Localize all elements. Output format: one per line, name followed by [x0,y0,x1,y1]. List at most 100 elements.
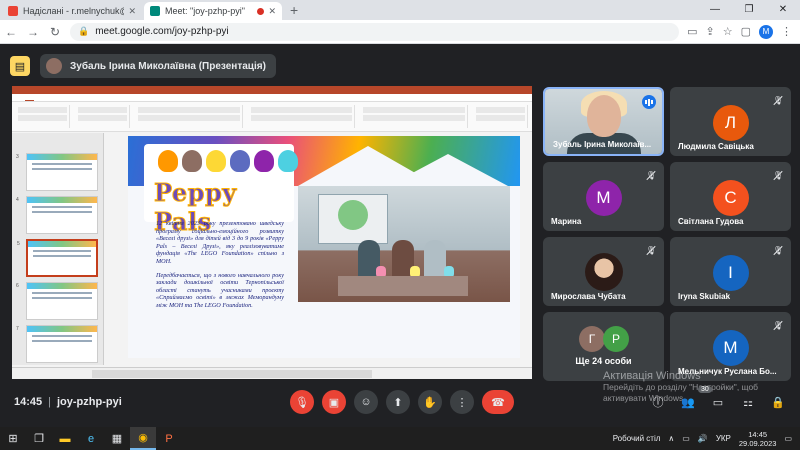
minimize-button[interactable]: — [698,0,732,20]
recording-indicator-icon [257,7,265,15]
gmail-icon [8,6,18,16]
chat-icon[interactable]: ▭ [710,394,726,410]
lock-icon[interactable]: 🔒 [78,26,89,37]
present-screen-icon: ⬆ [393,396,403,409]
tab-title: Meet: "joy-pzhp-pyi" [165,6,245,16]
participant-tile[interactable]: 🎙 M Марина [543,162,664,231]
leave-call-button[interactable]: ☎ [482,390,514,414]
slide-thumbnail: 7 [16,325,98,363]
meet-header: ▤ Зубаль Ірина Миколаївна (Презентація) [0,50,800,82]
mic-toggle-button[interactable]: 🎙 [290,390,314,414]
current-slide: Peppy Pals 12 квітня 2023 року презентов… [128,136,520,358]
avatar: M [585,180,622,216]
clock[interactable]: 14:45 29.09.2023 [739,430,777,448]
activities-icon[interactable]: ⚏ [740,394,756,410]
close-window-button[interactable]: ✕ [766,0,800,20]
participant-tile[interactable]: 🎙 С Світлана Гудова [670,162,791,231]
shared-screen: 3 4 5 6 7 Peppy Pals 12 квітня 2023 року… [12,86,532,379]
volume-icon[interactable]: 🔊 [698,434,708,443]
avatar: Л [712,105,749,141]
avatar: Р [603,326,629,352]
presentation-icon[interactable]: ▤ [10,56,30,76]
desktop-label[interactable]: Робочий стіл [613,434,661,443]
language-indicator[interactable]: УКР [716,434,731,443]
present-button[interactable]: ⬆ [386,390,410,414]
hang-up-icon: ☎ [491,396,505,409]
forward-icon[interactable]: → [22,25,44,39]
bookmark-star-icon[interactable]: ☆ [723,25,733,38]
tab-meet[interactable]: Meet: "joy-pzhp-pyi" ✕ [144,2,282,20]
kebab-icon: ⋮ [456,396,468,409]
maximize-button[interactable]: ❐ [732,0,766,20]
participant-name: Світлана Гудова [678,217,744,226]
slide-body-text: 12 квітня 2023 року презентовано шведськ… [156,220,284,316]
slide-thumbnail: 4 [16,196,98,234]
presenter-pill[interactable]: Зубаль Ірина Миколаївна (Презентація) [40,54,276,78]
participant-name: Марина [551,217,582,226]
participant-name: Зубаль Ірина Миколаїв... [553,140,652,149]
mic-muted-icon: 🎙 [771,318,785,332]
share-icon[interactable]: ⇪ [706,25,715,38]
extensions-icon[interactable]: ▢ [741,25,751,38]
slide-thumbnail: 6 [16,282,98,320]
more-participants-label: Ще 24 особи [575,356,632,366]
host-controls-icon[interactable]: 🔒 [770,394,786,410]
reload-icon[interactable]: ↻ [44,25,66,39]
avatar: Г [579,326,605,352]
more-options-button[interactable]: ⋮ [450,390,474,414]
participant-name: Мирослава Чубата [551,292,626,301]
app-icon[interactable]: ▦ [104,427,130,450]
emoji-button[interactable]: ☺ [354,390,378,414]
people-icon[interactable]: 👥 [680,394,696,410]
slide-paragraph: Передбачається, що з нового навчального … [156,271,284,309]
camera-permission-icon[interactable]: ▭ [687,25,697,38]
participant-tile[interactable]: 🎙 I Iryna Skubiak [670,237,791,306]
avatar: M [712,330,749,366]
participant-name: Iryna Skubiak [678,292,731,301]
powerpoint-icon[interactable]: P [156,427,182,450]
chrome-icon[interactable]: ◉ [130,427,156,450]
network-icon[interactable]: ▭ [682,434,690,443]
meet-icon [150,6,160,16]
participant-tile[interactable]: 🎙 Мирослава Чубата [543,237,664,306]
peppy-pals-logo: Peppy Pals [144,144,298,237]
avatar: I [712,255,749,291]
back-icon[interactable]: ← [0,25,22,39]
tab-gmail[interactable]: Надіслані - r.melnychuk@ippo.k ✕ [2,2,142,20]
slide-paragraph: 12 квітня 2023 року презентовано шведськ… [156,220,284,265]
edge-icon[interactable]: e [78,427,104,450]
file-explorer-icon[interactable]: ▬ [52,427,78,450]
info-icon[interactable]: ⓘ [650,394,666,410]
slide-thumbnails: 3 4 5 6 7 [12,133,104,365]
raise-hand-button[interactable]: ✋ [418,390,442,414]
url-text: meet.google.com/joy-pzhp-pyi [95,26,229,37]
emoji-icon: ☺ [360,396,372,408]
windows-start-icon[interactable]: ⊞ [0,427,26,450]
profile-avatar[interactable]: M [759,24,773,39]
participant-tile[interactable]: 🎙 Л Людмила Савіцька [670,87,791,156]
participant-tile[interactable]: Зубаль Ірина Миколаїв... [543,87,664,156]
powerpoint-title-bar [12,86,532,94]
hand-icon: ✋ [423,396,437,409]
meeting-info: 14:45 | joy-pzhp-pyi [14,396,122,408]
meeting-code: joy-pzhp-pyi [57,396,122,408]
camera-off-icon: ▣ [328,396,340,409]
close-tab-icon[interactable]: ✕ [268,6,276,17]
mic-muted-icon: 🎙 [771,168,785,182]
avatar-photo [584,253,623,291]
menu-kebab-icon[interactable]: ⋮ [781,25,792,38]
close-tab-icon[interactable]: ✕ [128,6,136,17]
slide-thumbnail: 3 [16,153,98,191]
system-tray: Робочий стіл ∧ ▭ 🔊 УКР 14:45 29.09.2023 … [613,427,792,450]
meeting-time: 14:45 [14,396,43,408]
presenter-avatar [46,58,62,74]
powerpoint-ribbon-tabs [12,94,532,102]
tray-chevron-icon[interactable]: ∧ [668,434,674,443]
camera-toggle-button[interactable]: ▣ [322,390,346,414]
notifications-icon[interactable]: ▭ [784,434,792,443]
address-bar[interactable]: 🔒 meet.google.com/joy-pzhp-pyi [70,22,680,41]
window-controls: — ❐ ✕ [698,0,800,20]
task-view-icon[interactable]: ❐ [26,427,52,450]
new-tab-icon[interactable]: + [290,2,298,18]
speaking-indicator-icon [642,95,656,109]
